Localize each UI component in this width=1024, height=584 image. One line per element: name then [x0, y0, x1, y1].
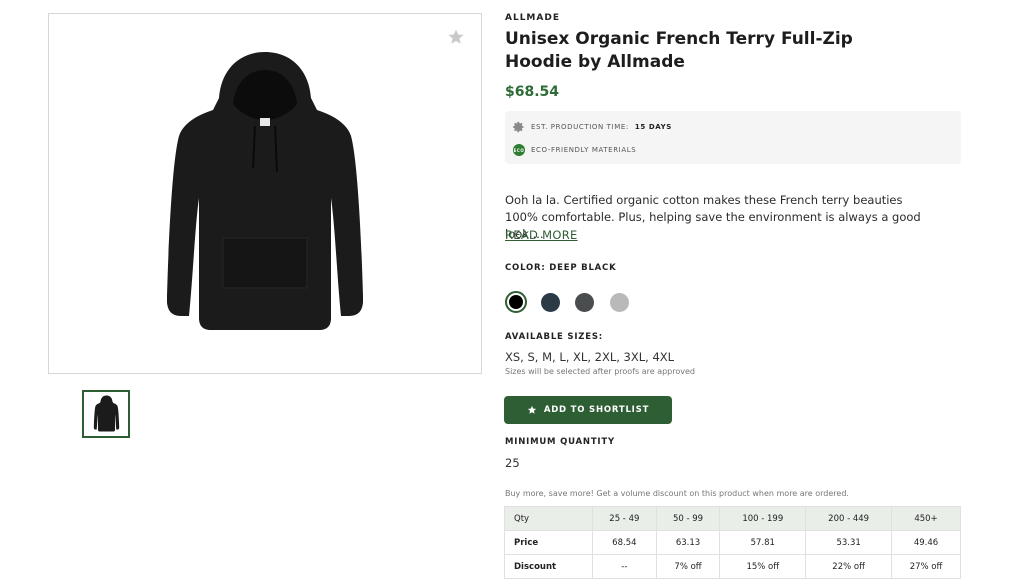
add-to-shortlist-label: ADD TO SHORTLIST	[543, 405, 650, 415]
sizes-note: Sizes will be selected after proofs are …	[505, 367, 695, 376]
swatch-charcoal[interactable]	[575, 293, 594, 312]
table-cell: 200 - 449	[805, 506, 893, 531]
table-cell: 7% off	[655, 554, 721, 579]
main-product-image	[48, 13, 482, 374]
table-cell: Discount	[504, 554, 593, 579]
eco-friendly-row: ECO ECO-FRIENDLY MATERIALS	[513, 144, 636, 156]
eco-friendly-label: ECO-FRIENDLY MATERIALS	[531, 146, 637, 154]
read-more-link[interactable]: READ MORE	[505, 228, 578, 242]
product-thumbnail[interactable]	[82, 390, 130, 438]
table-cell: 25 - 49	[592, 506, 657, 531]
minimum-quantity-value: 25	[505, 456, 520, 470]
eco-leaf-icon: ECO	[513, 144, 525, 156]
table-cell: 57.81	[719, 530, 807, 555]
gear-icon	[513, 121, 524, 133]
table-cell: Qty	[504, 506, 593, 531]
product-title: Unisex Organic French Terry Full-Zip Hoo…	[505, 29, 853, 72]
sizes-label: AVAILABLE SIZES:	[505, 332, 603, 342]
production-time-value: 15 DAYS	[634, 123, 672, 131]
swatch-heather-grey[interactable]	[610, 293, 629, 312]
swatch-deep-black[interactable]	[505, 291, 527, 313]
sizes-list: XS, S, M, L, XL, 2XL, 3XL, 4XL	[505, 350, 675, 364]
table-cell: 49.46	[891, 530, 961, 555]
table-row: Discount -- 7% off 15% off 22% off 27% o…	[504, 554, 961, 579]
product-price: $68.54	[505, 84, 560, 100]
production-time-row: EST. PRODUCTION TIME: 15 DAYS	[513, 121, 672, 133]
volume-discount-note: Buy more, save more! Get a volume discou…	[505, 489, 849, 498]
table-cell: 50 - 99	[655, 506, 721, 531]
table-row: Qty 25 - 49 50 - 99 100 - 199 200 - 449 …	[504, 506, 961, 531]
hoodie-thumbnail-image	[93, 395, 120, 432]
table-row: Price 68.54 63.13 57.81 53.31 49.46	[504, 530, 961, 555]
table-cell: Price	[504, 530, 593, 555]
table-cell: 100 - 199	[719, 506, 807, 531]
color-label: COLOR: DEEP BLACK	[505, 263, 617, 273]
production-time-label: EST. PRODUCTION TIME:	[531, 123, 629, 131]
star-icon[interactable]	[447, 28, 465, 46]
table-cell: 450+	[891, 506, 961, 531]
table-cell: 27% off	[891, 554, 961, 579]
pricing-table: Qty 25 - 49 50 - 99 100 - 199 200 - 449 …	[504, 506, 961, 579]
table-cell: 63.13	[655, 530, 721, 555]
hoodie-image	[167, 52, 363, 330]
add-to-shortlist-button[interactable]: ADD TO SHORTLIST	[504, 396, 672, 424]
product-page: ALLMADE Unisex Organic French Terry Full…	[0, 0, 1024, 584]
swatch-navy[interactable]	[541, 293, 560, 312]
table-cell: 68.54	[592, 530, 657, 555]
production-info-box: EST. PRODUCTION TIME: 15 DAYS ECO ECO-FR…	[505, 111, 961, 164]
minimum-quantity-label: MINIMUM QUANTITY	[505, 437, 615, 447]
table-cell: 53.31	[805, 530, 893, 555]
table-cell: 22% off	[805, 554, 893, 579]
table-cell: 15% off	[719, 554, 807, 579]
star-icon	[527, 405, 536, 414]
table-cell: --	[592, 554, 657, 579]
brand-name[interactable]: ALLMADE	[505, 13, 560, 23]
